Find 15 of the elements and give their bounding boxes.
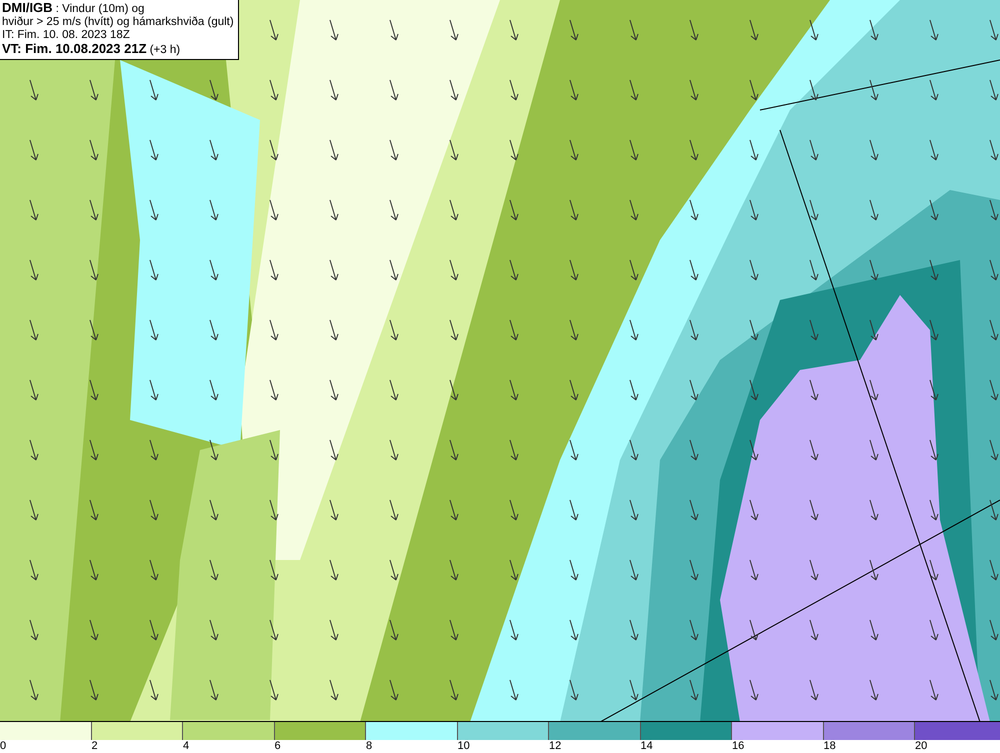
legend-label: 0 xyxy=(0,740,6,753)
legend-label: 10 xyxy=(458,740,470,753)
legend-label: 14 xyxy=(640,740,653,753)
legend-label: 16 xyxy=(732,740,744,753)
title-line: IT: Fim. 10. 08. 2023 18Z xyxy=(2,29,131,42)
legend-label: 8 xyxy=(366,740,372,753)
title-line: hviður > 25 m/s (hvítt) og hámarkshviða (gult) xyxy=(2,16,234,29)
legend-label: 20 xyxy=(915,740,928,753)
legend-label: 4 xyxy=(183,740,190,753)
title-line: VT: Fim. 10.08.2023 21Z (+3 h) xyxy=(2,42,182,57)
legend-label: 12 xyxy=(549,740,562,753)
legend-label: 2 xyxy=(92,740,98,753)
title-line: DMI/IGB : Vindur (10m) og xyxy=(2,1,146,16)
legend-label: 6 xyxy=(274,740,281,753)
legend-label: 18 xyxy=(824,740,836,753)
